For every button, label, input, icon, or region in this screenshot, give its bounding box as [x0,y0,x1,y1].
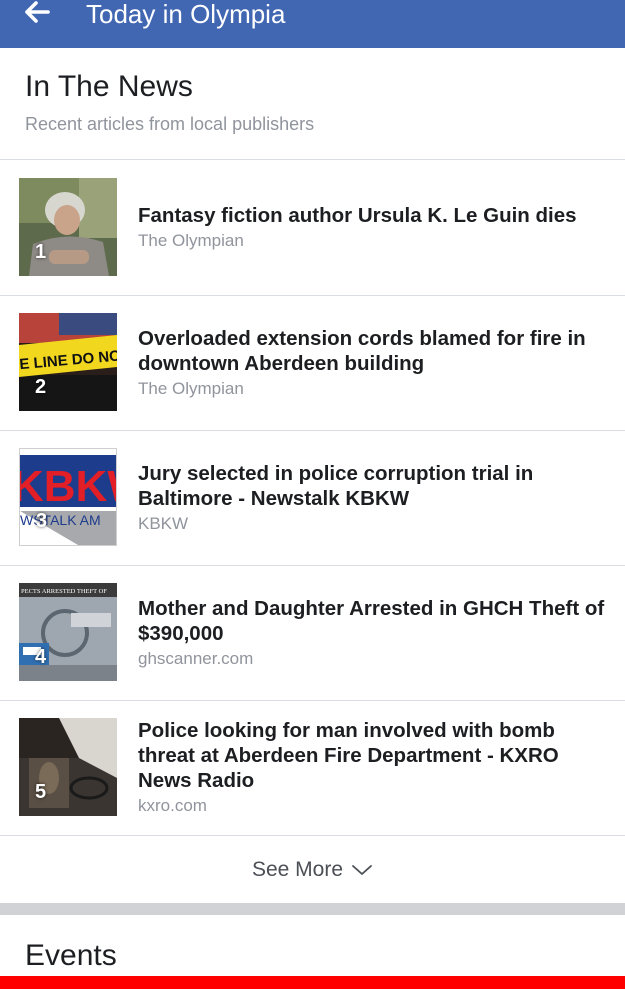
article-rank: 2 [35,376,47,398]
article-headline[interactable]: Fantasy fiction author Ursula K. Le Guin… [138,203,613,228]
page-title: Today in Olympia [86,0,286,29]
top-app-bar: Today in Olympia [0,0,625,48]
article-source: The Olympian [138,378,244,398]
article-rank: 4 [35,646,47,668]
thumb-banner-text: PECTS ARRESTED THEFT OF [21,588,107,595]
article-thumbnail: 5 [19,718,117,816]
article-headline[interactable]: Jury selected in police corruption trial… [138,461,613,511]
back-arrow-icon [24,0,50,28]
article-rank: 1 [35,241,47,263]
article-source: ghscanner.com [138,648,254,668]
article-rank: 3 [36,510,48,532]
article-source: The Olympian [138,231,244,250]
news-article-1[interactable]: 1 Fantasy fiction author Ursula K. Le Gu… [0,160,625,296]
news-section-subtitle: Recent articles from local publishers [25,114,315,134]
section-divider [0,903,625,915]
article-headline[interactable]: Overloaded extension cords blamed for fi… [138,326,613,376]
article-thumbnail: PECTS ARRESTED THEFT OF 4 [19,583,117,681]
see-more-button[interactable]: See More [0,837,625,903]
article-headline[interactable]: Police looking for man involved with bom… [138,718,613,793]
news-article-2[interactable]: E LINE DO NOT CR 2 Overloaded extension … [0,295,625,431]
article-thumbnail: KBKW WSTALK AM 3 [19,448,117,546]
news-article-3[interactable]: KBKW WSTALK AM 3 Jury selected in police… [0,430,625,566]
article-thumbnail: 1 [19,178,117,276]
article-thumbnail: E LINE DO NOT CR 2 [19,313,117,411]
thumb-logo-subtext: WSTALK AM [20,512,101,528]
article-rank: 5 [35,781,47,803]
back-button[interactable] [24,0,72,28]
article-source: kxro.com [138,796,207,815]
chevron-down-icon [351,863,373,877]
news-article-4[interactable]: PECTS ARRESTED THEFT OF 4 Mother and Dau… [0,565,625,701]
news-article-5[interactable]: 5 Police looking for man involved with b… [0,700,625,836]
see-more-label: See More [251,858,344,881]
bottom-red-bar [0,976,625,989]
news-section-header: In The News Recent articles from local p… [0,48,625,160]
article-headline[interactable]: Mother and Daughter Arrested in GHCH The… [138,596,613,646]
events-section-title: Events [25,939,117,972]
news-section-title: In The News [25,70,193,103]
article-source: KBKW [138,513,189,533]
thumb-logo-text: KBKW [20,462,116,511]
